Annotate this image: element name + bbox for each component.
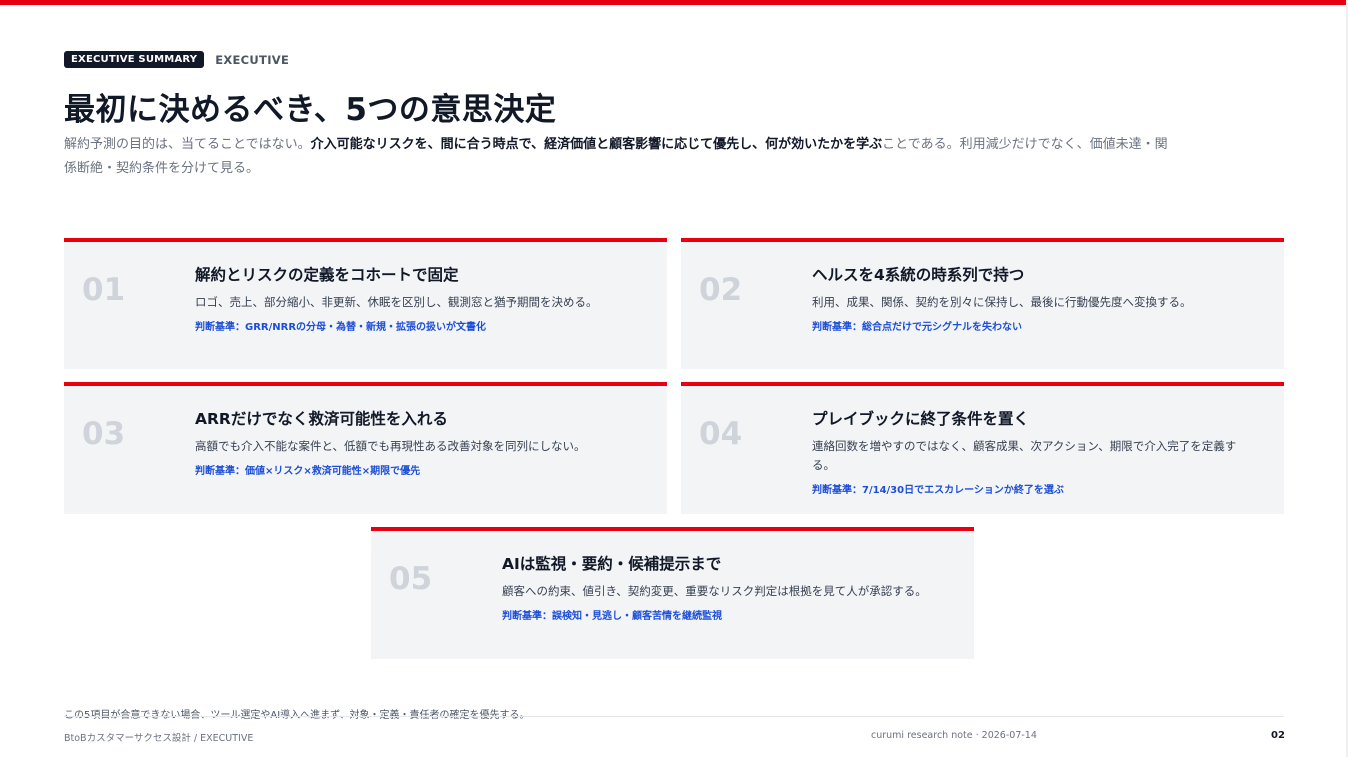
card-title: ARRだけでなく救済可能性を入れる: [195, 410, 448, 428]
card-number: 04: [699, 416, 743, 452]
decision-card-04: 04 プレイブックに終了条件を置く 連絡回数を増やすのではなく、顧客成果、次アク…: [681, 382, 1284, 514]
card-number: 01: [82, 272, 126, 308]
card-criterion: 判断基準：7/14/30日でエスカレーションか終了を選ぶ: [812, 485, 1064, 496]
card-title: プレイブックに終了条件を置く: [812, 410, 1030, 428]
eyebrow: EXECUTIVE SUMMARY EXECUTIVE: [64, 51, 289, 68]
decision-card-05: 05 AIは監視・要約・候補提示まで 顧客への約束、値引き、契約変更、重要なリス…: [371, 527, 974, 659]
card-title: ヘルスを4系統の時系列で持つ: [812, 266, 1025, 284]
card-description: 連絡回数を増やすのではなく、顧客成果、次アクション、期限で介入完了を定義する。: [812, 439, 1237, 472]
page-number: 02: [1271, 730, 1285, 741]
footer-source-date: curumi research note · 2026-07-14: [871, 730, 1037, 741]
card-criterion: 判断基準：誤検知・見逃し・顧客苦情を継続監視: [502, 611, 722, 622]
page-title: 最初に決めるべき、5つの意思決定: [64, 92, 557, 128]
lead-paragraph: 解約予測の目的は、当てることではない。介入可能なリスクを、間に合う時点で、経済価…: [64, 133, 1174, 181]
section-label: EXECUTIVE: [215, 52, 290, 67]
card-number: 03: [82, 416, 126, 452]
card-number: 02: [699, 272, 743, 308]
top-accent-bar: [0, 0, 1348, 5]
card-body: AIは監視・要約・候補提示まで 顧客への約束、値引き、契約変更、重要なリスク判定…: [502, 552, 942, 622]
card-criterion: 判断基準：GRR/NRRの分母・為替・新規・拡張の扱いが文書化: [195, 322, 487, 333]
section-badge: EXECUTIVE SUMMARY: [64, 51, 205, 68]
decision-card-01: 01 解約とリスクの定義をコホートで固定 ロゴ、売上、部分縮小、非更新、休眠を区…: [64, 238, 667, 369]
lead-text: 解約予測の目的は、当てることではない。: [64, 137, 311, 152]
lead-emphasis: 介入可能なリスクを、間に合う時点で、経済価値と顧客影響に応じて優先し、何が効いた…: [310, 137, 883, 152]
card-number: 05: [389, 561, 433, 597]
card-description: ロゴ、売上、部分縮小、非更新、休眠を区別し、観測窓と猶予期間を決める。: [195, 295, 598, 309]
footer-document-title: BtoBカスタマーサクセス設計 / EXECUTIVE: [64, 733, 254, 744]
card-body: 解約とリスクの定義をコホートで固定 ロゴ、売上、部分縮小、非更新、休眠を区別し、…: [195, 263, 635, 333]
card-title: 解約とリスクの定義をコホートで固定: [195, 266, 459, 284]
footnote: この5項目が合意できない場合、ツール選定やAI導入へ進まず、対象・定義・責任者の…: [64, 706, 529, 721]
decision-card-03: 03 ARRだけでなく救済可能性を入れる 高額でも介入不能な案件と、低額でも再現…: [64, 382, 667, 514]
card-title: AIは監視・要約・候補提示まで: [502, 555, 722, 573]
card-description: 利用、成果、関係、契約を別々に保持し、最後に行動優先度へ変換する。: [812, 295, 1192, 309]
card-criterion: 判断基準：価値×リスク×救済可能性×期限で優先: [195, 466, 421, 477]
card-criterion: 判断基準：総合点だけで元シグナルを失わない: [812, 322, 1022, 333]
card-body: プレイブックに終了条件を置く 連絡回数を増やすのではなく、顧客成果、次アクション…: [812, 407, 1252, 496]
footer-divider: [64, 716, 1284, 717]
decision-card-02: 02 ヘルスを4系統の時系列で持つ 利用、成果、関係、契約を別々に保持し、最後に…: [681, 238, 1284, 369]
card-description: 高額でも介入不能な案件と、低額でも再現性ある改善対象を同列にしない。: [195, 439, 586, 453]
card-body: ARRだけでなく救済可能性を入れる 高額でも介入不能な案件と、低額でも再現性ある…: [195, 407, 635, 477]
card-body: ヘルスを4系統の時系列で持つ 利用、成果、関係、契約を別々に保持し、最後に行動優…: [812, 263, 1252, 333]
card-description: 顧客への約束、値引き、契約変更、重要なリスク判定は根拠を見て人が承認する。: [502, 584, 927, 598]
